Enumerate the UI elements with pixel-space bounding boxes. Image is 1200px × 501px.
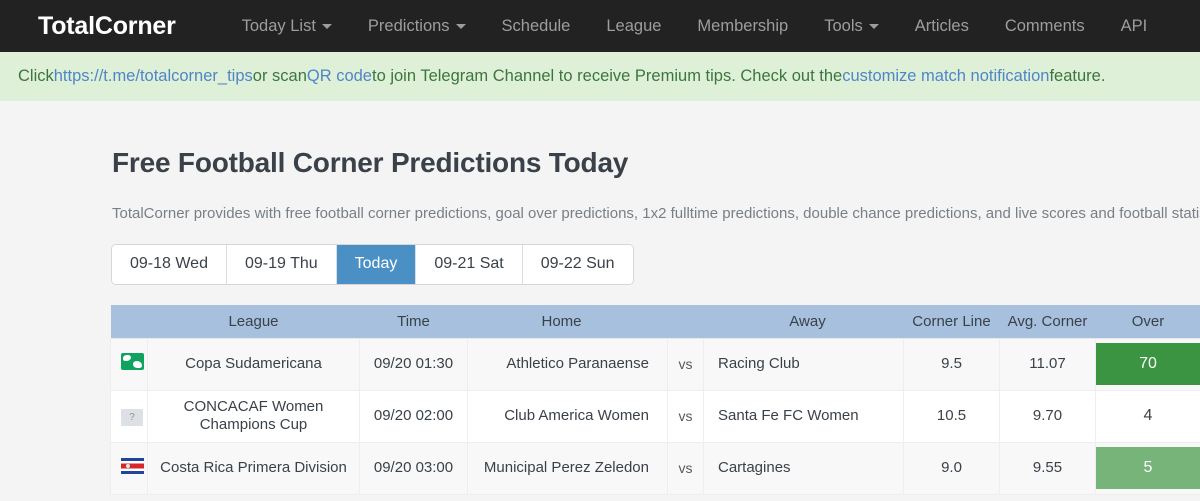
nav-item-label: League [606,16,662,35]
cell-over: 4 [1095,389,1200,443]
costa-rica-flag-icon [121,457,144,474]
qr-code-link[interactable]: QR code [307,67,372,86]
nav-item-predictions[interactable]: Predictions [350,17,484,36]
table-row[interactable]: Costa Rica Primera Division 09/20 03:00 … [110,441,1200,495]
alert-text-3: to join Telegram Channel to receive Prem… [372,67,843,85]
cell-home-team[interactable]: Club America Women [467,389,668,443]
nav-item-api[interactable]: API [1103,17,1166,36]
matches-table: League Time Home Away Corner Line Avg. C… [110,305,1200,495]
over-badge: 70 [1096,343,1200,386]
cell-league[interactable]: Copa Sudamericana [147,337,360,391]
column-header-league[interactable]: League [147,305,360,339]
chevron-down-icon [868,23,879,29]
cell-flag [110,337,148,391]
nav-item-label: Tools [824,16,863,35]
unknown-flag-icon: ? [121,408,143,426]
cell-flag: ? [110,389,148,443]
telegram-link[interactable]: https://t.me/totalcorner_tips [54,67,253,86]
date-tab-09-19-thu[interactable]: 09-19 Thu [226,245,337,285]
table-header-row: League Time Home Away Corner Line Avg. C… [110,305,1200,339]
alert-text-1: Click [18,67,54,85]
column-header-over[interactable]: Over [1095,305,1200,339]
cell-over: 70 [1095,337,1200,391]
brand-logo[interactable]: TotalCorner [38,12,176,41]
cell-corner-line: 9.0 [903,441,1000,495]
cell-time: 09/20 03:00 [359,441,468,495]
cell-avg-corner: 9.70 [999,389,1096,443]
cell-avg-corner: 9.55 [999,441,1096,495]
cell-vs-label: vs [667,441,704,495]
date-tab-09-21-sat[interactable]: 09-21 Sat [416,245,523,285]
nav-item-label: Membership [697,16,789,35]
column-header-home[interactable]: Home [467,305,668,339]
nav-item-label: Comments [1004,16,1085,35]
date-tab-today[interactable]: Today [336,245,417,285]
matches-table-container: League Time Home Away Corner Line Avg. C… [110,305,1200,495]
cell-home-team[interactable]: Municipal Perez Zeledon [467,441,668,495]
nav-item-label: Today List [241,16,316,35]
nav-item-label: API [1120,16,1148,35]
cell-time: 09/20 02:00 [359,389,468,443]
over-value: 4 [1143,407,1153,425]
nav-item-articles[interactable]: Articles [897,17,987,36]
cell-league[interactable]: Costa Rica Primera Division [147,441,360,495]
cell-corner-line: 9.5 [903,337,1000,391]
cell-away-team[interactable]: Cartagines [703,441,904,495]
nav-item-membership[interactable]: Membership [679,17,806,36]
column-header-flag[interactable] [110,305,148,339]
cell-away-team[interactable]: Santa Fe FC Women [703,389,904,443]
date-tab-09-22-sun[interactable]: 09-22 Sun [522,245,633,285]
column-header-away[interactable]: Away [703,305,904,339]
chevron-down-icon [321,23,332,29]
over-badge: 5 [1096,447,1200,490]
cell-vs-label: vs [667,389,704,443]
alert-text-2: or scan [252,67,307,85]
cell-flag [110,441,148,495]
page-description: TotalCorner provides with free football … [112,205,1200,222]
table-header: League Time Home Away Corner Line Avg. C… [110,305,1200,339]
page-title: Free Football Corner Predictions Today [112,147,629,178]
cell-time: 09/20 01:30 [359,337,468,391]
nav-item-league[interactable]: League [588,17,679,36]
cell-league[interactable]: CONCACAF Women Champions Cup [147,389,360,443]
column-header-vs [667,305,704,339]
alert-text-4: feature. [1049,67,1106,85]
table-row[interactable]: Copa Sudamericana 09/20 01:30 Athletico … [110,337,1200,391]
nav-item-label: Articles [914,16,969,35]
date-tab-09-18-wed[interactable]: 09-18 Wed [112,245,227,285]
column-header-avg-corner[interactable]: Avg. Corner [999,305,1096,339]
nav-item-tools[interactable]: Tools [806,17,897,36]
nav-item-label: Predictions [367,16,450,35]
main-content: Free Football Corner Predictions Today T… [0,101,1200,495]
cell-corner-line: 10.5 [903,389,1000,443]
column-header-corner-line[interactable]: Corner Line [903,305,1000,339]
nav-menu: Today List Predictions Schedule League M… [224,17,1166,36]
cell-over: 5 [1095,441,1200,495]
date-tab-group: 09-18 Wed 09-19 Thu Today 09-21 Sat 09-2… [111,244,634,286]
cell-vs-label: vs [667,337,704,391]
nav-item-schedule[interactable]: Schedule [484,17,589,36]
cell-away-team[interactable]: Racing Club [703,337,904,391]
customize-match-notification-link[interactable]: customize match notification [842,67,1049,86]
nav-item-today-list[interactable]: Today List [224,17,350,36]
nav-item-label: Schedule [501,16,571,35]
nav-item-comments[interactable]: Comments [987,17,1103,36]
cell-home-team[interactable]: Athletico Paranaense [467,337,668,391]
column-header-time[interactable]: Time [359,305,468,339]
cell-avg-corner: 11.07 [999,337,1096,391]
top-navbar: TotalCorner Today List Predictions Sched… [0,0,1200,52]
table-row[interactable]: ? CONCACAF Women Champions Cup 09/20 02:… [110,389,1200,443]
globe-icon [121,353,144,371]
table-body: Copa Sudamericana 09/20 01:30 Athletico … [110,337,1200,495]
telegram-promo-banner: Click https://t.me/totalcorner_tips or s… [0,52,1200,101]
chevron-down-icon [455,23,466,29]
